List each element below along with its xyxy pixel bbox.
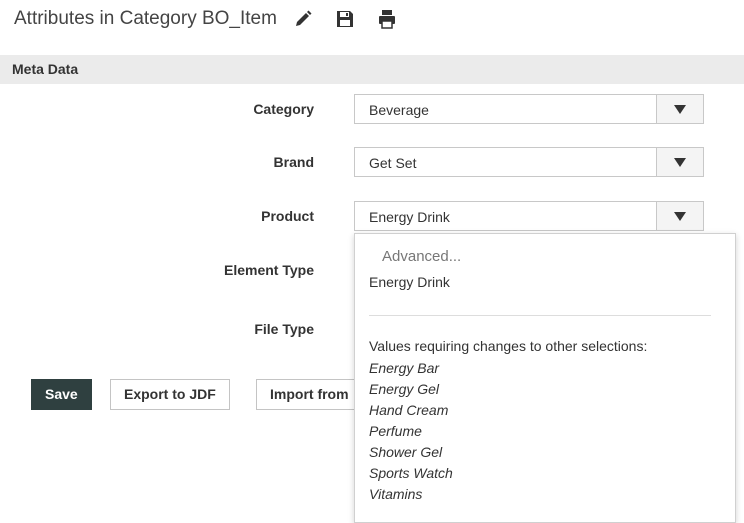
dropdown-option[interactable]: Perfume: [369, 421, 453, 442]
option-list: Energy Bar Energy Gel Hand Cream Perfume…: [369, 358, 453, 505]
dropdown-option[interactable]: Hand Cream: [369, 400, 453, 421]
brand-value: Get Set: [369, 155, 417, 171]
changes-required-heading: Values requiring changes to other select…: [369, 338, 648, 354]
title-toolbar: [293, 9, 419, 29]
current-option[interactable]: Energy Drink: [369, 274, 450, 290]
product-value: Energy Drink: [369, 209, 450, 225]
chevron-down-icon: [674, 158, 686, 167]
product-label: Product: [261, 208, 314, 224]
chevron-down-icon: [674, 212, 686, 221]
brand-dropdown-button[interactable]: [656, 148, 703, 176]
page-title: Attributes in Category BO_Item: [14, 8, 277, 29]
file-type-label: File Type: [254, 321, 314, 337]
category-dropdown-button[interactable]: [656, 95, 703, 123]
dropdown-option[interactable]: Energy Bar: [369, 358, 453, 379]
brand-label: Brand: [273, 154, 314, 170]
category-select[interactable]: Beverage: [354, 94, 704, 124]
dropdown-option[interactable]: Shower Gel: [369, 442, 453, 463]
element-type-label: Element Type: [224, 262, 314, 278]
dropdown-option[interactable]: Sports Watch: [369, 463, 453, 484]
page-header: Attributes in Category BO_Item: [14, 8, 419, 30]
dropdown-option[interactable]: Vitamins: [369, 484, 453, 505]
pencil-icon[interactable]: [293, 9, 313, 29]
save-button[interactable]: Save: [31, 379, 92, 410]
product-dropdown-menu: Advanced... Energy Drink Values requirin…: [354, 233, 736, 523]
category-label: Category: [253, 101, 314, 117]
meta-data-section-header: Meta Data: [0, 55, 744, 84]
brand-select[interactable]: Get Set: [354, 147, 704, 177]
print-icon[interactable]: [377, 9, 397, 29]
save-icon[interactable]: [335, 9, 355, 29]
dropdown-divider: [369, 315, 711, 316]
chevron-down-icon: [674, 105, 686, 114]
category-value: Beverage: [369, 102, 429, 118]
product-select[interactable]: Energy Drink: [354, 201, 704, 231]
import-button[interactable]: Import from: [256, 379, 366, 410]
product-dropdown-button[interactable]: [656, 202, 703, 230]
dropdown-option[interactable]: Energy Gel: [369, 379, 453, 400]
advanced-option[interactable]: Advanced...: [382, 248, 461, 265]
export-to-jdf-button[interactable]: Export to JDF: [110, 379, 230, 410]
